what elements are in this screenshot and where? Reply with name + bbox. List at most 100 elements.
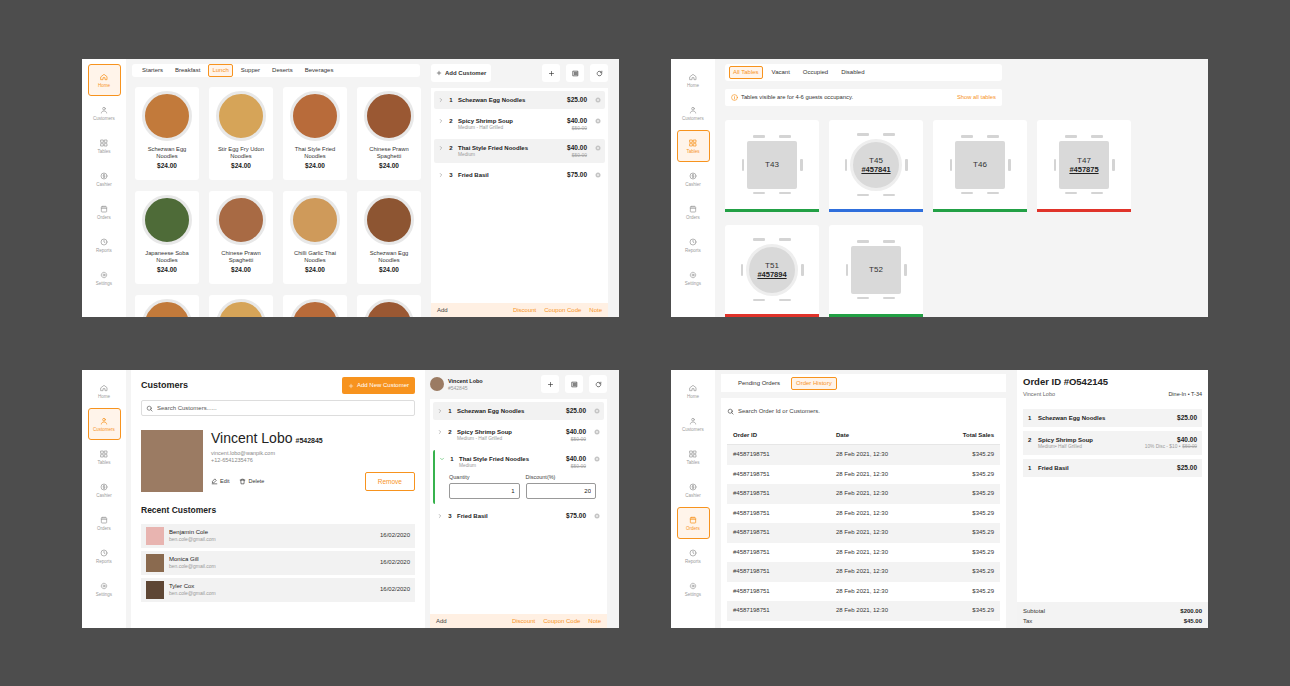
- tab[interactable]: Vacant: [768, 66, 794, 79]
- order-customer[interactable]: Vincent Lobo#542845: [430, 377, 483, 391]
- sidebar-item[interactable]: Reports: [88, 540, 121, 572]
- delete-button[interactable]: Delete: [239, 477, 264, 485]
- add-label[interactable]: Add: [437, 306, 505, 315]
- show-all-link[interactable]: Show all tables: [957, 93, 996, 102]
- tab[interactable]: Order History: [791, 377, 837, 390]
- recent-customer-row[interactable]: Monica Gillben.cole@gmail.com16/02/2020: [141, 551, 415, 575]
- tab[interactable]: Occupied: [799, 66, 832, 79]
- table-card[interactable]: T52: [829, 225, 923, 317]
- sidebar-item[interactable]: Reports: [677, 540, 710, 572]
- icon-button[interactable]: [541, 375, 559, 393]
- add-label[interactable]: Add: [436, 617, 504, 626]
- sidebar-item[interactable]: Settings: [88, 573, 121, 605]
- sidebar-item[interactable]: Tables: [88, 130, 121, 162]
- remove-button[interactable]: Remove: [365, 472, 415, 492]
- icon-button[interactable]: [566, 64, 584, 82]
- icon-button[interactable]: [590, 64, 608, 82]
- tab[interactable]: Lunch: [208, 64, 232, 77]
- sidebar-item[interactable]: Orders: [677, 507, 710, 539]
- detail-line[interactable]: 1Fried Basil$25.00: [1023, 459, 1202, 477]
- sidebar-item[interactable]: Settings: [677, 573, 710, 605]
- field-input[interactable]: [449, 483, 520, 499]
- table-row[interactable]: #458719875128 Feb 2021, 12:30$345.29: [727, 484, 1000, 504]
- table-row[interactable]: #458719875128 Feb 2021, 12:30$345.29: [727, 601, 1000, 621]
- sidebar-item[interactable]: Orders: [88, 196, 121, 228]
- table-row[interactable]: #458719875128 Feb 2021, 12:30$345.29: [727, 582, 1000, 602]
- footer-action[interactable]: Discount: [513, 306, 536, 315]
- order-line[interactable]: 3Fried Basil$75.00: [434, 166, 605, 184]
- dish-card[interactable]: [209, 295, 273, 317]
- sidebar-item[interactable]: Customers: [677, 408, 710, 440]
- tab[interactable]: All Tables: [729, 66, 763, 79]
- sidebar-item[interactable]: Cashier: [677, 474, 710, 506]
- sidebar-item[interactable]: Orders: [677, 196, 710, 228]
- table-order[interactable]: #457841: [861, 165, 890, 174]
- detail-line[interactable]: 2Spicy Shrimp SoupMedium• Half Grilled$4…: [1023, 431, 1202, 455]
- tab[interactable]: Breakfast: [171, 64, 204, 77]
- footer-action[interactable]: Coupon Code: [543, 617, 580, 626]
- sidebar-item[interactable]: Cashier: [88, 474, 121, 506]
- footer-action[interactable]: Note: [589, 306, 602, 315]
- tab[interactable]: Supper: [237, 64, 264, 77]
- footer-action[interactable]: Coupon Code: [544, 306, 581, 315]
- order-line[interactable]: 2Spicy Shrimp SoupMedium - Half Grilled$…: [433, 423, 604, 447]
- recent-customer-row[interactable]: Benjamin Coleben.cole@gmail.com16/02/202…: [141, 524, 415, 548]
- table-row[interactable]: #458719875128 Feb 2021, 12:30$345.29: [727, 504, 1000, 524]
- dish-card[interactable]: [135, 295, 199, 317]
- sidebar-item[interactable]: Customers: [88, 408, 121, 440]
- sidebar-item[interactable]: Tables: [677, 130, 710, 162]
- table-order[interactable]: #457875: [1069, 165, 1098, 174]
- table-order[interactable]: #457894: [757, 270, 786, 279]
- tab[interactable]: Pending Orders: [733, 377, 785, 390]
- table-card[interactable]: T45#457841: [829, 120, 923, 212]
- dish-card[interactable]: Chinese Prawn Spaghetti$24.00: [357, 87, 421, 180]
- sidebar-item[interactable]: Customers: [88, 97, 121, 129]
- table-row[interactable]: #458719875128 Feb 2021, 12:30$345.29: [727, 543, 1000, 563]
- tab[interactable]: Deserts: [268, 64, 297, 77]
- sidebar-item[interactable]: Cashier: [88, 163, 121, 195]
- sidebar-item[interactable]: Home: [677, 64, 710, 96]
- tab[interactable]: Beverages: [301, 64, 338, 77]
- sidebar-item[interactable]: Home: [88, 64, 121, 96]
- dish-card[interactable]: [357, 295, 421, 317]
- order-line[interactable]: 1Schezwan Egg Noodles$25.00: [434, 91, 605, 109]
- recent-customer-row[interactable]: Tyler Coxben.cole@gmail.com16/02/2020: [141, 578, 415, 602]
- order-line[interactable]: 3Fried Basil$75.00: [433, 507, 604, 525]
- sidebar-item[interactable]: Settings: [677, 262, 710, 294]
- table-card[interactable]: T47#457875: [1037, 120, 1131, 212]
- edit-button[interactable]: Edit: [211, 477, 229, 485]
- field-input[interactable]: [526, 483, 597, 499]
- table-card[interactable]: T46: [933, 120, 1027, 212]
- dish-card[interactable]: Schezwan Egg Noodles$24.00: [135, 87, 199, 180]
- table-row[interactable]: #458719875128 Feb 2021, 12:30$345.29: [727, 445, 1000, 465]
- table-row[interactable]: #458719875128 Feb 2021, 12:30$345.29: [727, 562, 1000, 582]
- footer-action[interactable]: Note: [588, 617, 601, 626]
- table-card[interactable]: T43: [725, 120, 819, 212]
- sidebar-item[interactable]: Customers: [677, 97, 710, 129]
- table-card[interactable]: T51#457894: [725, 225, 819, 317]
- sidebar-item[interactable]: Tables: [88, 441, 121, 473]
- footer-action[interactable]: Discount: [512, 617, 535, 626]
- dish-card[interactable]: Thai Style Fried Noodles$24.00: [283, 87, 347, 180]
- dish-card[interactable]: Stir Egg Fry Udon Noodles$24.00: [209, 87, 273, 180]
- table-row[interactable]: #458719875128 Feb 2021, 12:30$345.29: [727, 465, 1000, 485]
- order-line[interactable]: 1Thai Style Fried NoodlesMedium$40.00$50…: [433, 450, 604, 504]
- sidebar-item[interactable]: Home: [677, 375, 710, 407]
- sidebar-item[interactable]: Tables: [677, 441, 710, 473]
- dish-card[interactable]: Chinese Prawn Spaghetti$24.00: [209, 191, 273, 284]
- add-customer-button[interactable]: Add New Customer: [342, 377, 415, 394]
- sidebar-item[interactable]: Reports: [677, 229, 710, 261]
- order-line[interactable]: 2Spicy Shrimp SoupMedium - Half Grilled$…: [434, 112, 605, 136]
- dish-card[interactable]: Chilli Garlic Thai Noodles$24.00: [283, 191, 347, 284]
- icon-button[interactable]: [565, 375, 583, 393]
- icon-button[interactable]: [542, 64, 560, 82]
- sidebar-item[interactable]: Cashier: [677, 163, 710, 195]
- tab[interactable]: Starters: [138, 64, 167, 77]
- add-customer-button[interactable]: Add Customer: [431, 64, 491, 82]
- sidebar-item[interactable]: Settings: [88, 262, 121, 294]
- sidebar-item[interactable]: Home: [88, 375, 121, 407]
- sidebar-item[interactable]: Orders: [88, 507, 121, 539]
- detail-line[interactable]: 1Schezwan Egg Noodles$25.00: [1023, 409, 1202, 427]
- dish-card[interactable]: Schezwan Egg Noodles$24.00: [357, 191, 421, 284]
- tab[interactable]: Disabled: [837, 66, 868, 79]
